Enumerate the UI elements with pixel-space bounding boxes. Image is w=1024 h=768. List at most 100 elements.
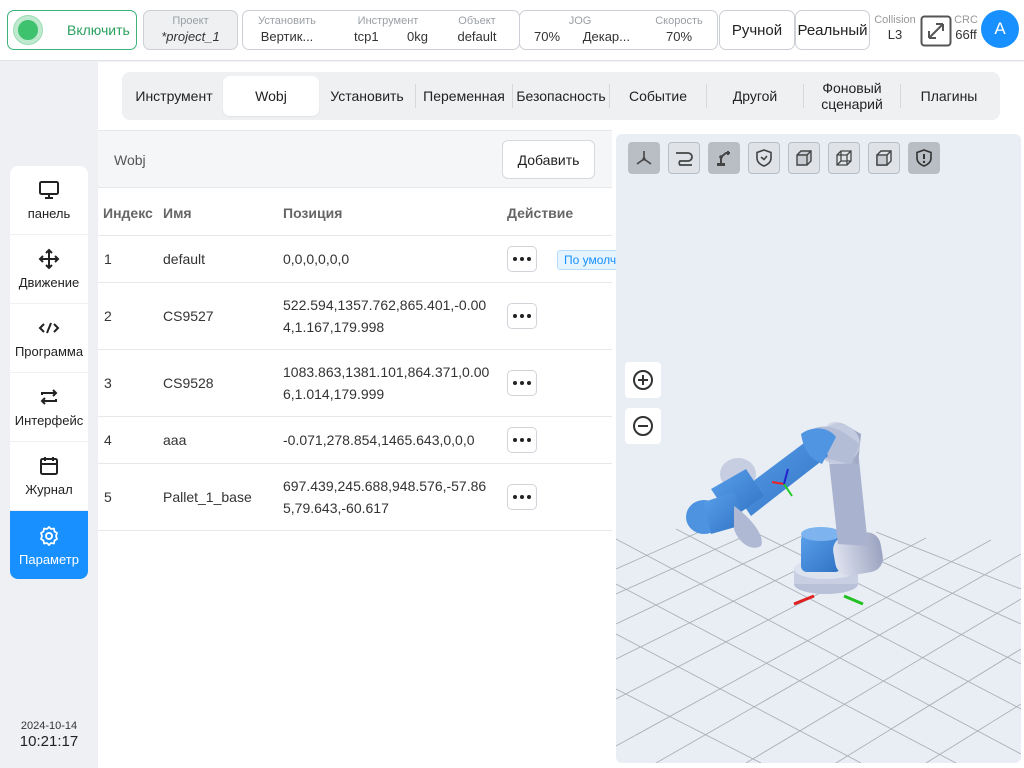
system-clock: 2024-10-14 10:21:17 bbox=[10, 720, 88, 750]
row-action-menu-button[interactable] bbox=[507, 427, 537, 453]
manual-mode-button[interactable]: Ручной bbox=[719, 10, 795, 50]
install-label: Установить bbox=[258, 15, 316, 27]
jog-percent: 70% bbox=[534, 29, 561, 44]
jog-label: JOG bbox=[568, 15, 592, 27]
tool-label: Инструмент bbox=[357, 15, 419, 27]
project-label: Проект bbox=[172, 15, 209, 27]
row-position: -0.071,278.854,1465.643,0,0,0 bbox=[283, 432, 475, 448]
nav-item-panel[interactable]: панель bbox=[10, 166, 88, 235]
row-index: 1 bbox=[104, 251, 112, 267]
collision-label: Collision bbox=[874, 14, 916, 26]
power-on-button[interactable]: Включить bbox=[7, 10, 137, 50]
tab-wobj[interactable]: Wobj bbox=[223, 76, 319, 116]
wobj-panel-header: Wobj Добавить bbox=[98, 131, 612, 188]
add-wobj-button[interactable]: Добавить bbox=[502, 140, 595, 179]
row-index: 4 bbox=[104, 432, 112, 448]
user-avatar[interactable]: A bbox=[981, 10, 1019, 48]
expand-icon[interactable] bbox=[920, 15, 952, 47]
cube-solid-icon[interactable] bbox=[788, 142, 820, 174]
row-name: default bbox=[163, 251, 206, 267]
row-action-menu-button[interactable] bbox=[507, 484, 537, 510]
nav-item-interface[interactable]: Интерфейс bbox=[10, 373, 88, 442]
zoom-out-icon[interactable] bbox=[625, 408, 661, 444]
row-position: 522.594,1357.762,865.401,-0.004,1.167,17… bbox=[283, 297, 487, 335]
tab-background-script[interactable]: Фоновый сценарий bbox=[804, 76, 900, 116]
row-index: 2 bbox=[104, 308, 112, 324]
nav-item-label: Движение bbox=[18, 275, 80, 290]
top-status-bar: Включить Проект *project_1 Установить Ве… bbox=[0, 0, 1024, 61]
robot-scene bbox=[616, 422, 1021, 763]
monitor-icon bbox=[38, 179, 60, 201]
path-icon[interactable] bbox=[668, 142, 700, 174]
tool-status[interactable]: Инструмент tcp1 0kg bbox=[341, 11, 435, 49]
code-icon bbox=[38, 317, 60, 339]
speed-status[interactable]: Скорость 70% bbox=[644, 11, 714, 49]
cube-wire-icon[interactable] bbox=[828, 142, 860, 174]
shield-alert-icon[interactable] bbox=[908, 142, 940, 174]
tab-safety[interactable]: Безопасность bbox=[513, 76, 609, 116]
move-arrows-icon bbox=[38, 248, 60, 270]
crc-label: CRC bbox=[954, 14, 978, 26]
swap-arrows-icon bbox=[38, 386, 60, 408]
table-row[interactable]: 2 CS9527 522.594,1357.762,865.401,-0.004… bbox=[98, 283, 612, 350]
row-action-menu-button[interactable] bbox=[507, 303, 537, 329]
table-row[interactable]: 4 aaa -0.071,278.854,1465.643,0,0,0 bbox=[98, 417, 612, 464]
column-action: Действие bbox=[507, 205, 574, 221]
install-tool-object-group: Установить Вертик... Инструмент tcp1 0kg… bbox=[242, 10, 520, 50]
nav-item-log[interactable]: Журнал bbox=[10, 442, 88, 511]
axes-view-icon[interactable] bbox=[628, 142, 660, 174]
real-mode-button[interactable]: Реальный bbox=[795, 10, 870, 50]
nav-item-label: Журнал bbox=[25, 482, 73, 497]
gear-icon bbox=[38, 525, 60, 547]
tab-plugins[interactable]: Плагины bbox=[901, 76, 997, 116]
calendar-icon bbox=[38, 455, 60, 477]
install-value: Вертик... bbox=[260, 29, 314, 44]
collision-value: L3 bbox=[887, 27, 903, 42]
row-index: 3 bbox=[104, 375, 112, 391]
install-status[interactable]: Установить Вертик... bbox=[247, 11, 327, 49]
zoom-in-icon[interactable] bbox=[625, 362, 661, 398]
table-row[interactable]: 1 default 0,0,0,0,0,0 По умолч bbox=[98, 236, 624, 283]
nav-item-parameter[interactable]: Параметр bbox=[10, 511, 88, 579]
nav-item-motion[interactable]: Движение bbox=[10, 235, 88, 304]
wobj-panel: Wobj Добавить Индекс Имя Позиция Действи… bbox=[98, 130, 624, 766]
tool-payload: 0kg bbox=[407, 29, 428, 44]
row-position: 697.439,245.688,948.576,-57.865,79.643,-… bbox=[283, 478, 487, 516]
nav-item-label: Параметр bbox=[19, 551, 79, 567]
clock-date: 2024-10-14 bbox=[20, 720, 78, 732]
collision-level: Collision L3 bbox=[872, 14, 918, 43]
nav-item-program[interactable]: Программа bbox=[10, 304, 88, 373]
jog-status[interactable]: JOG 70% Декар... bbox=[526, 11, 634, 49]
robot-3d-viewport[interactable] bbox=[616, 134, 1021, 763]
tab-tool[interactable]: Инструмент bbox=[126, 76, 222, 116]
row-action-menu-button[interactable] bbox=[507, 370, 537, 396]
project-selector[interactable]: Проект *project_1 bbox=[143, 10, 238, 50]
row-index: 5 bbox=[104, 489, 112, 505]
row-action-menu-button[interactable] bbox=[507, 246, 537, 272]
object-status[interactable]: Объект default bbox=[443, 11, 511, 49]
left-navigation: панель Движение Программа Интерфейс Журн… bbox=[10, 166, 88, 579]
crc-value: CRC 66ff bbox=[952, 14, 980, 43]
default-badge: По умолч bbox=[557, 250, 624, 270]
tab-event[interactable]: Событие bbox=[610, 76, 706, 116]
cube-front-icon[interactable] bbox=[868, 142, 900, 174]
tab-variable[interactable]: Переменная bbox=[416, 76, 512, 116]
clock-time: 10:21:17 bbox=[19, 733, 79, 750]
row-name: Pallet_1_base bbox=[163, 489, 252, 505]
power-indicator-icon bbox=[14, 16, 42, 44]
jog-speed-group: JOG 70% Декар... Скорость 70% bbox=[519, 10, 718, 50]
robot-arm-icon[interactable] bbox=[708, 142, 740, 174]
jog-frame: Декар... bbox=[582, 29, 630, 44]
row-name: CS9527 bbox=[163, 308, 214, 324]
row-position: 0,0,0,0,0,0 bbox=[283, 251, 350, 267]
table-row[interactable]: 3 CS9528 1083.863,1381.101,864.371,0.006… bbox=[98, 350, 612, 417]
tool-tcp: tcp1 bbox=[354, 29, 379, 44]
project-value: *project_1 bbox=[161, 29, 220, 44]
shield-check-icon[interactable] bbox=[748, 142, 780, 174]
tab-other[interactable]: Другой bbox=[707, 76, 803, 116]
nav-item-label: Интерфейс bbox=[14, 413, 84, 428]
settings-tabs: Инструмент Wobj Установить Переменная Бе… bbox=[122, 72, 1000, 120]
object-label: Объект bbox=[458, 15, 496, 27]
table-row[interactable]: 5 Pallet_1_base 697.439,245.688,948.576,… bbox=[98, 464, 612, 531]
tab-install[interactable]: Установить bbox=[319, 76, 415, 116]
